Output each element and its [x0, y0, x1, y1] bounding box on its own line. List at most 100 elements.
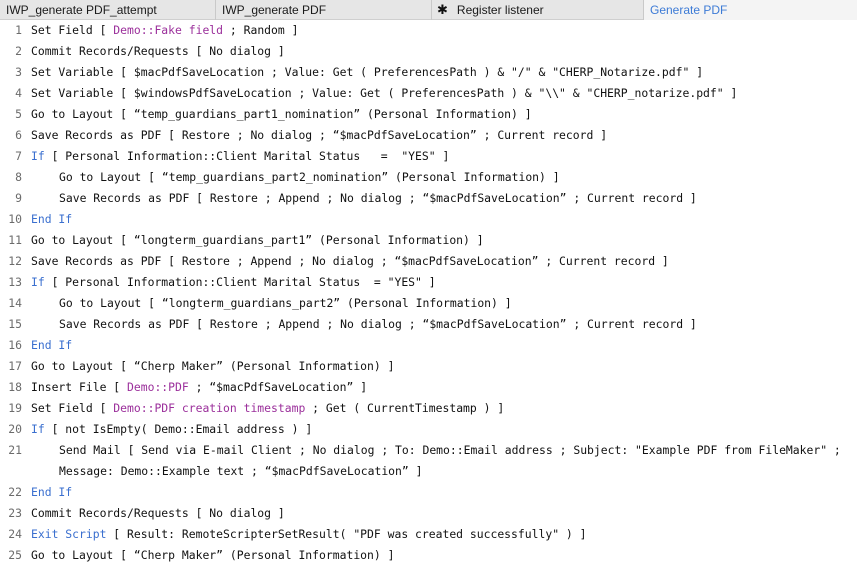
control-keyword: End If	[31, 212, 73, 226]
line-number: 12	[8, 254, 22, 268]
line-number: 25	[8, 548, 22, 562]
line-number: 13	[8, 275, 22, 289]
step-text: Go to Layout [ “longterm_guardians_part2…	[59, 296, 512, 310]
script-step-line[interactable]: 1 Set Field [ Demo::Fake field ; Random ]	[0, 20, 857, 40]
script-step-line[interactable]: 8 Go to Layout [ “temp_guardians_part2_no…	[0, 167, 857, 187]
tab-generate-pdf[interactable]: Generate PDF	[644, 0, 857, 20]
line-number: 21	[8, 443, 22, 457]
line-number: 1	[15, 23, 22, 37]
line-number: 20	[8, 422, 22, 436]
step-text: Go to Layout [ “temp_guardians_part2_nom…	[59, 170, 560, 184]
control-keyword: If	[31, 149, 45, 163]
script-step-line[interactable]: 13 If [ Personal Information::Client Mari…	[0, 272, 857, 292]
tab-label: IWP_generate PDF	[222, 3, 327, 17]
script-step-text: Message: Demo::Example text ; “$macPdfSa…	[59, 461, 422, 481]
script-step-text: Go to Layout [ “temp_guardians_part1_nom…	[31, 104, 532, 124]
step-text: Go to Layout [ “Cherp Maker” (Personal I…	[31, 548, 395, 562]
script-step-text: If [ Personal Information::Client Marita…	[31, 272, 436, 292]
field-reference: Demo::PDF creation timestamp	[113, 401, 306, 415]
step-text: ; “$macPdfSaveLocation” ]	[188, 380, 368, 394]
script-step-text: Go to Layout [ “temp_guardians_part2_nom…	[59, 167, 560, 187]
control-keyword: Exit Script	[31, 527, 107, 541]
script-step-text: End If	[31, 482, 72, 502]
script-step-line[interactable]: Message: Demo::Example text ; “$macPdfSa…	[0, 461, 857, 481]
line-number: 10	[8, 212, 22, 226]
tab-label: Register listener	[456, 3, 544, 17]
script-step-line[interactable]: 21 Send Mail [ Send via E-mail Client ; N…	[0, 440, 857, 460]
line-number: 22	[8, 485, 22, 499]
script-step-line[interactable]: 5 Go to Layout [ “temp_guardians_part1_no…	[0, 104, 857, 124]
step-text: Go to Layout [ “Cherp Maker” (Personal I…	[31, 359, 395, 373]
line-number: 24	[8, 527, 22, 541]
script-step-line[interactable]: 15 Save Records as PDF [ Restore ; Append…	[0, 314, 857, 334]
modified-star-icon: ✱	[437, 3, 448, 18]
script-step-line[interactable]: 25 Go to Layout [ “Cherp Maker” (Personal…	[0, 545, 857, 565]
line-number: 9	[15, 191, 22, 205]
step-text: Save Records as PDF [ Restore ; Append ;…	[59, 191, 697, 205]
script-step-line[interactable]: 12 Save Records as PDF [ Restore ; Append…	[0, 251, 857, 271]
script-step-line[interactable]: 20 If [ not IsEmpty( Demo::Email address …	[0, 419, 857, 439]
tab-iwp-generate-pdf-attempt[interactable]: IWP_generate PDF_attempt	[0, 0, 216, 20]
script-step-line[interactable]: 23 Commit Records/Requests [ No dialog ]	[0, 503, 857, 523]
script-step-text: Go to Layout [ “Cherp Maker” (Personal I…	[31, 356, 394, 376]
step-text: Go to Layout [ “temp_guardians_part1_nom…	[31, 107, 532, 121]
line-number: 4	[15, 86, 22, 100]
script-step-text: Go to Layout [ “longterm_guardians_part2…	[59, 293, 512, 313]
script-step-text: Go to Layout [ “Cherp Maker” (Personal I…	[31, 545, 394, 565]
step-text: Message: Demo::Example text ; “$macPdfSa…	[59, 464, 423, 478]
step-text: ; Random ]	[223, 23, 299, 37]
script-step-line[interactable]: 3 Set Variable [ $macPdfSaveLocation ; Va…	[0, 62, 857, 82]
line-number: 14	[8, 296, 22, 310]
step-text: Commit Records/Requests [ No dialog ]	[31, 506, 285, 520]
control-keyword: End If	[31, 338, 73, 352]
script-step-line[interactable]: 11 Go to Layout [ “longterm_guardians_par…	[0, 230, 857, 250]
line-number: 3	[15, 65, 22, 79]
script-step-text: Set Variable [ $macPdfSaveLocation ; Val…	[31, 62, 703, 82]
script-step-text: End If	[31, 209, 72, 229]
script-step-text: Save Records as PDF [ Restore ; Append ;…	[31, 251, 669, 271]
tab-register-listener[interactable]: ✱ Register listener	[432, 0, 644, 20]
script-step-line[interactable]: 24 Exit Script [ Result: RemoteScripterSe…	[0, 524, 857, 544]
script-step-text: Set Field [ Demo::Fake field ; Random ]	[31, 20, 298, 40]
line-number: 6	[15, 128, 22, 142]
script-step-line[interactable]: 14 Go to Layout [ “longterm_guardians_par…	[0, 293, 857, 313]
step-text: [ Personal Information::Client Marital S…	[44, 149, 450, 163]
line-number: 17	[8, 359, 22, 373]
script-step-line[interactable]: 6 Save Records as PDF [ Restore ; No dial…	[0, 125, 857, 145]
script-step-line[interactable]: 17 Go to Layout [ “Cherp Maker” (Personal…	[0, 356, 857, 376]
script-step-line[interactable]: 16 End If	[0, 335, 857, 355]
line-number: 8	[15, 170, 22, 184]
line-number: 23	[8, 506, 22, 520]
script-step-text: Save Records as PDF [ Restore ; Append ;…	[59, 314, 697, 334]
step-text: Save Records as PDF [ Restore ; No dialo…	[31, 128, 608, 142]
line-number: 7	[15, 149, 22, 163]
script-step-line[interactable]: 7 If [ Personal Information::Client Marit…	[0, 146, 857, 166]
step-text: Go to Layout [ “longterm_guardians_part1…	[31, 233, 484, 247]
script-step-line[interactable]: 22 End If	[0, 482, 857, 502]
script-step-line[interactable]: 4 Set Variable [ $windowsPdfSaveLocation …	[0, 83, 857, 103]
script-step-line[interactable]: 2 Commit Records/Requests [ No dialog ]	[0, 41, 857, 61]
line-number: 5	[15, 107, 22, 121]
script-step-line[interactable]: 10 End If	[0, 209, 857, 229]
script-step-text: Set Field [ Demo::PDF creation timestamp…	[31, 398, 504, 418]
step-text: [ not IsEmpty( Demo::Email address ) ]	[44, 422, 313, 436]
tab-iwp-generate-pdf[interactable]: IWP_generate PDF	[216, 0, 432, 20]
field-reference: Demo::PDF	[127, 380, 189, 394]
step-text: Commit Records/Requests [ No dialog ]	[31, 44, 285, 58]
step-text: [ Personal Information::Client Marital S…	[44, 275, 436, 289]
script-step-text: If [ Personal Information::Client Marita…	[31, 146, 449, 166]
script-step-text: End If	[31, 335, 72, 355]
line-number: 19	[8, 401, 22, 415]
step-text: Set Variable [ $macPdfSaveLocation ; Val…	[31, 65, 704, 79]
step-text: Save Records as PDF [ Restore ; Append ;…	[31, 254, 669, 268]
script-step-line[interactable]: 9 Save Records as PDF [ Restore ; Append …	[0, 188, 857, 208]
script-step-line[interactable]: 19 Set Field [ Demo::PDF creation timesta…	[0, 398, 857, 418]
script-step-text: Commit Records/Requests [ No dialog ]	[31, 503, 285, 523]
script-editor[interactable]: 1 Set Field [ Demo::Fake field ; Random ]…	[0, 20, 857, 586]
step-text: Set Field [	[31, 23, 114, 37]
tab-label: Generate PDF	[650, 3, 728, 17]
script-step-text: Set Variable [ $windowsPdfSaveLocation ;…	[31, 83, 737, 103]
script-step-line[interactable]: 18 Insert File [ Demo::PDF ; “$macPdfSave…	[0, 377, 857, 397]
control-keyword: If	[31, 275, 45, 289]
step-text: Send Mail [ Send via E-mail Client ; No …	[59, 443, 841, 457]
